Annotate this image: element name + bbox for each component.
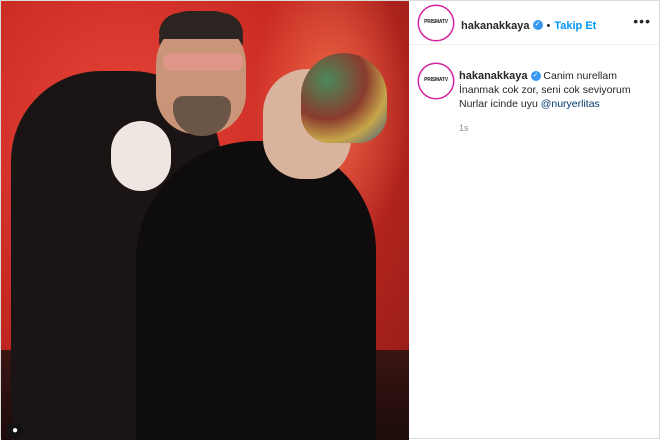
- caption-line-2: İnanmak cok zor, seni cok seviyorum: [459, 84, 631, 96]
- caption-username[interactable]: hakanakkaya: [459, 70, 528, 82]
- photo-hair-top: [159, 13, 243, 39]
- post-header: PRISMATV hakanakkaya ✓ • Takip Et •••: [409, 1, 660, 45]
- header-meta: hakanakkaya ✓ • Takip Et: [461, 16, 596, 34]
- photo-person-right: [136, 141, 376, 440]
- post-photo[interactable]: ●: [1, 1, 409, 440]
- avatar-logo: PRISMATV: [424, 19, 448, 25]
- caption-line-3: Nurlar icinde uyu: [459, 98, 541, 110]
- caption-text: hakanakkaya ✓ Canim nurellam İnanmak cok …: [459, 69, 649, 111]
- caption-avatar[interactable]: PRISMATV: [421, 66, 451, 96]
- photo-hand: [111, 121, 171, 191]
- author-avatar[interactable]: PRISMATV: [421, 8, 451, 38]
- post-timestamp[interactable]: 1s: [459, 123, 469, 133]
- photo-sunglasses: [163, 53, 243, 71]
- photo-headscarf: [301, 53, 387, 143]
- caption-mention-link[interactable]: @nuryerlitas: [541, 98, 600, 110]
- follow-button[interactable]: Takip Et: [554, 20, 596, 32]
- instagram-post: ● PRISMATV hakanakkaya ✓ • Takip Et ••• PRI…: [0, 0, 660, 440]
- caption-line-1: Canim nurellam: [543, 70, 617, 82]
- author-username[interactable]: hakanakkaya: [461, 20, 530, 32]
- user-tag-icon[interactable]: ●: [7, 423, 23, 439]
- post-sidebar: PRISMATV hakanakkaya ✓ • Takip Et ••• PRISM…: [409, 1, 660, 440]
- verified-badge-icon: ✓: [532, 19, 543, 30]
- separator-dot: •: [546, 20, 551, 32]
- more-options-icon[interactable]: •••: [633, 13, 651, 29]
- caption-verified-badge-icon: ✓: [530, 71, 541, 82]
- caption-avatar-logo: PRISMATV: [424, 77, 448, 83]
